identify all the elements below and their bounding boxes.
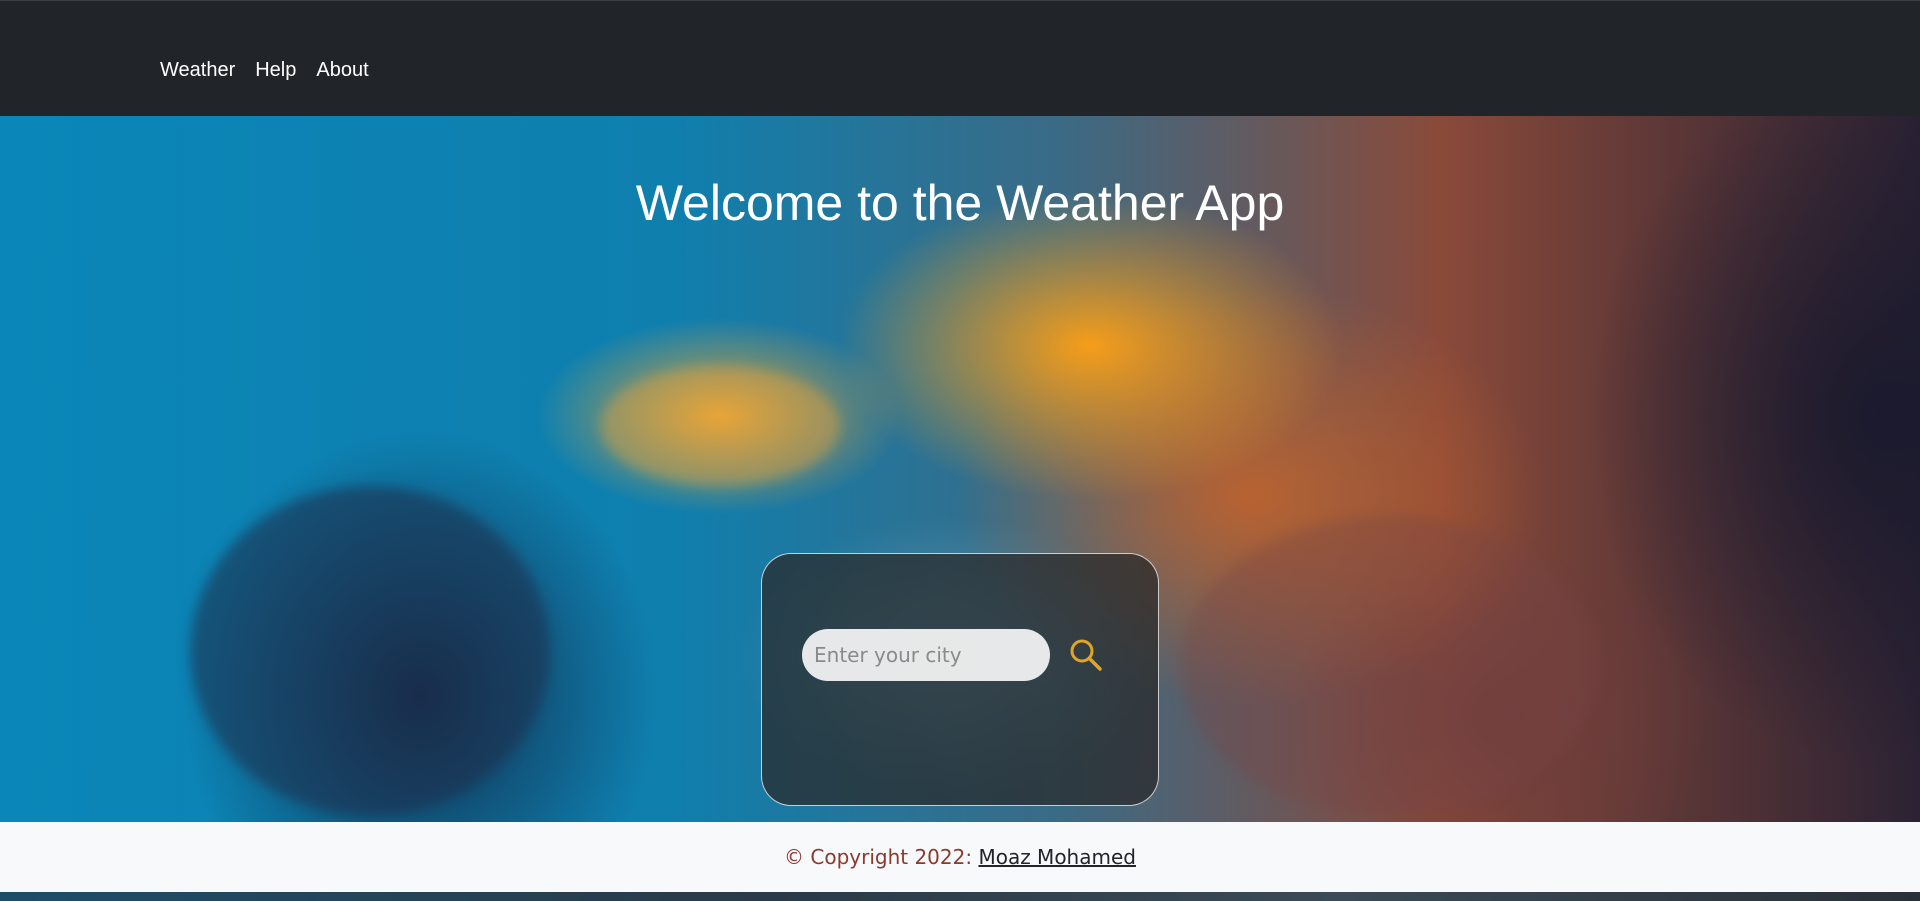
search-icon <box>1070 639 1102 671</box>
nav-link-help[interactable]: Help <box>255 59 296 82</box>
search-card <box>761 553 1159 806</box>
page-title: Welcome to the Weather App <box>635 175 1285 231</box>
search-button[interactable] <box>1068 637 1104 673</box>
cloud-background-shape <box>190 486 550 816</box>
footer: © Copyright 2022: Moaz Mohamed <box>0 822 1920 892</box>
copyright-text: © Copyright 2022: <box>784 845 979 869</box>
bottom-background-strip <box>0 892 1920 901</box>
nav-link-about[interactable]: About <box>316 59 368 82</box>
nav-link-weather[interactable]: Weather <box>160 59 235 82</box>
author-link[interactable]: Moaz Mohamed <box>978 845 1136 869</box>
city-search-input[interactable] <box>802 629 1050 681</box>
cloud-background-shape <box>1180 516 1600 816</box>
top-navbar: Weather Help About <box>0 0 1920 116</box>
nav-links: Weather Help About <box>160 59 369 82</box>
hero-section: Welcome to the Weather App <box>0 116 1920 822</box>
cloud-background-shape <box>600 366 840 486</box>
